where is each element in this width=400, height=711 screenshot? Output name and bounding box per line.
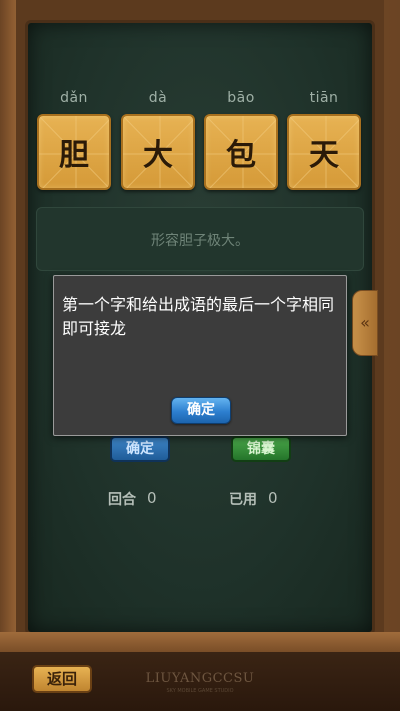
character-tile-2[interactable]: 大 <box>121 114 195 190</box>
dialog-ok-button[interactable]: 确定 <box>171 397 231 424</box>
back-button[interactable]: 返回 <box>32 665 92 693</box>
tips-button[interactable]: 锦囊 <box>231 436 291 462</box>
pinyin-2: dà <box>148 90 168 106</box>
character-tile-1[interactable]: 胆 <box>37 114 111 190</box>
studio-logo: LIUYANGCCSU <box>145 671 255 686</box>
character-tile-4[interactable]: 天 <box>287 114 361 190</box>
hint-box: 形容胆子极大。 <box>36 207 364 271</box>
pinyin-1: dǎn <box>60 90 88 106</box>
round-label: 回合 <box>108 492 136 508</box>
frame-bottom-edge <box>0 632 400 652</box>
pinyin-3: bāo <box>227 90 255 106</box>
tile-character: 大 <box>143 138 173 173</box>
tile-character: 天 <box>309 138 339 173</box>
used-label: 已用 <box>229 492 257 508</box>
used-value: 0 <box>268 489 278 507</box>
tile-character: 胆 <box>59 138 89 173</box>
round-value: 0 <box>147 489 157 507</box>
side-drawer-tab[interactable]: « <box>352 290 378 356</box>
confirm-button[interactable]: 确定 <box>110 436 170 462</box>
pinyin-4: tiān <box>309 90 339 106</box>
character-tile-3[interactable]: 包 <box>204 114 278 190</box>
info-dialog: 第一个字和给出成语的最后一个字相同即可接龙 确定 <box>53 275 347 436</box>
studio-logo-subtext: SKY MOBILE GAME STUDIO <box>166 688 234 694</box>
hint-text: 形容胆子极大。 <box>151 233 249 249</box>
dialog-message: 第一个字和给出成语的最后一个字相同即可接龙 <box>62 295 335 338</box>
tile-character: 包 <box>226 138 256 173</box>
double-chevron-left-icon: « <box>360 313 370 332</box>
